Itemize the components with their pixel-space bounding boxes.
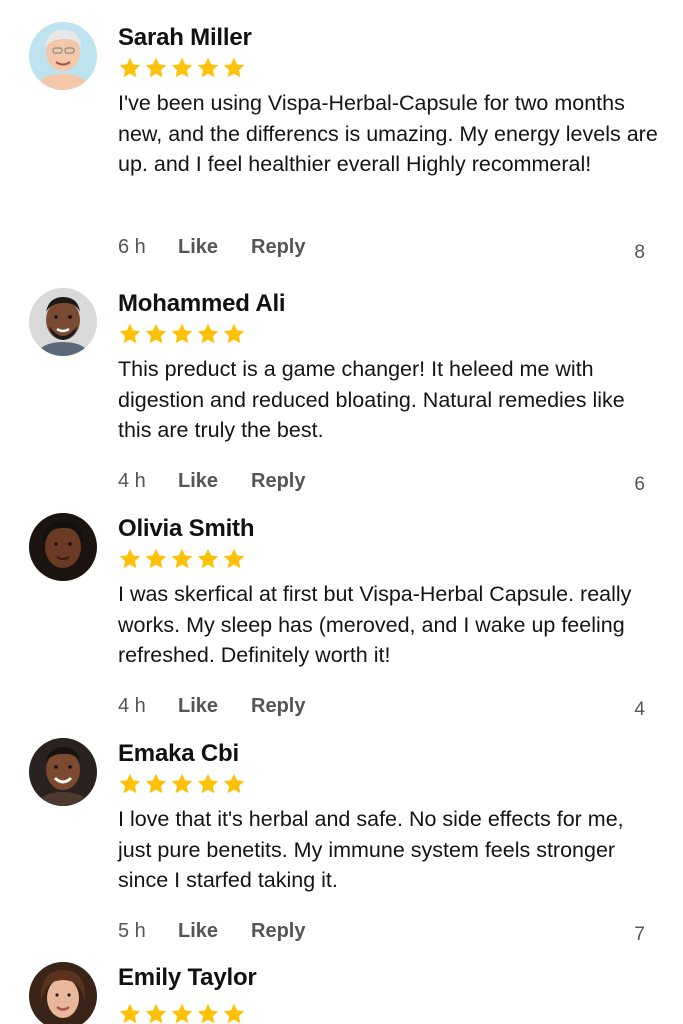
star-icon (145, 57, 167, 78)
avatar[interactable] (29, 738, 97, 806)
star-rating (118, 56, 246, 80)
star-rating (118, 547, 246, 571)
review-text: I've been using Vispa-Herbal-Capsule for… (118, 91, 658, 176)
review-text: This preduct is a game changer! It helee… (118, 357, 625, 442)
avatar[interactable] (29, 513, 97, 581)
reviewer-name[interactable]: Olivia Smith (118, 515, 255, 543)
reviewer-name[interactable]: Sarah Miller (118, 24, 252, 52)
star-icon (223, 57, 245, 78)
review-actions: 6 h Like Reply (118, 236, 305, 259)
review-timestamp: 5 h (118, 920, 146, 942)
star-icon (171, 57, 193, 78)
review-actions: 4 h Like Reply (118, 695, 305, 718)
star-icon (171, 773, 193, 794)
like-button[interactable]: Like (178, 695, 251, 718)
reaction-count: 8 (634, 242, 645, 263)
star-icon (119, 548, 141, 569)
avatar[interactable] (29, 22, 97, 90)
reviewer-name[interactable]: Emaka Cbi (118, 740, 239, 768)
review-timestamp: 4 h (118, 470, 146, 492)
review-item: Emaka Cbi I love that it's herbal and sa… (0, 738, 683, 958)
star-icon (119, 57, 141, 78)
star-rating (118, 322, 246, 346)
star-icon (119, 1003, 141, 1024)
reply-button[interactable]: Reply (251, 470, 305, 493)
review-timestamp: 4 h (118, 695, 146, 717)
review-timestamp: 6 h (118, 236, 146, 258)
review-actions: 5 h Like Reply (118, 920, 305, 943)
star-icon (197, 57, 219, 78)
star-icon (223, 1003, 245, 1024)
star-icon (197, 773, 219, 794)
review-text: I love that it's herbal and safe. No sid… (118, 807, 624, 892)
reaction-count: 6 (634, 474, 645, 495)
reaction-count: 7 (634, 924, 645, 945)
avatar[interactable] (29, 288, 97, 356)
star-icon (145, 323, 167, 344)
like-button[interactable]: Like (178, 470, 251, 493)
reply-button[interactable]: Reply (251, 920, 305, 943)
like-button[interactable]: Like (178, 920, 251, 943)
star-rating (118, 772, 246, 796)
star-icon (223, 323, 245, 344)
star-icon (145, 773, 167, 794)
reviewer-name[interactable]: Mohammed Ali (118, 290, 286, 318)
avatar[interactable] (29, 962, 97, 1024)
star-icon (197, 548, 219, 569)
reviewer-name[interactable]: Emily Taylor (118, 964, 257, 992)
review-item: Sarah Miller I've been using Vispa-Herba… (0, 22, 683, 272)
star-icon (223, 548, 245, 569)
review-text: I was skerfical at first but Vispa-Herba… (118, 582, 632, 667)
star-icon (119, 323, 141, 344)
star-icon (145, 1003, 167, 1024)
reply-button[interactable]: Reply (251, 236, 305, 259)
reply-button[interactable]: Reply (251, 695, 305, 718)
star-icon (197, 323, 219, 344)
star-icon (171, 323, 193, 344)
star-icon (171, 1003, 193, 1024)
star-icon (145, 548, 167, 569)
review-actions: 4 h Like Reply (118, 470, 305, 493)
review-item: Olivia Smith I was skerfical at first bu… (0, 513, 683, 733)
star-icon (119, 773, 141, 794)
star-icon (223, 773, 245, 794)
star-icon (171, 548, 193, 569)
review-item: Mohammed Ali This preduct is a game chan… (0, 288, 683, 508)
like-button[interactable]: Like (178, 236, 251, 259)
star-rating (118, 1002, 246, 1024)
star-icon (197, 1003, 219, 1024)
review-item: Emily Taylor (0, 962, 683, 1024)
reaction-count: 4 (634, 699, 645, 720)
reviews-feed: Sarah Miller I've been using Vispa-Herba… (0, 0, 683, 1024)
